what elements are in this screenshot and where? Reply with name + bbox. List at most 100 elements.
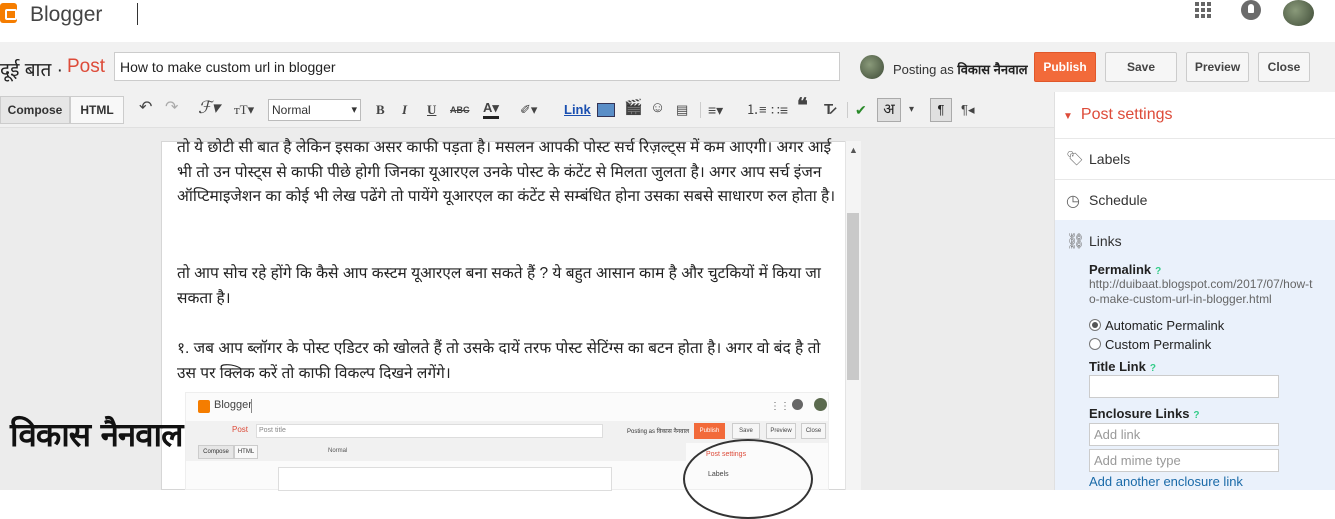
insert-jump-break-icon[interactable]: ▤ [676, 101, 688, 119]
post-label: Post [67, 56, 106, 77]
quote-icon[interactable]: ❝ [797, 96, 808, 116]
post-title-bar: दूई बात · Post How to make custom url in… [0, 42, 1335, 92]
insert-image-icon[interactable] [597, 103, 615, 117]
embedded-screenshot-image[interactable]: Blogger ⋮⋮ Post Post title Posting as वि… [185, 392, 829, 519]
toolbar-divider [700, 102, 701, 118]
text-color-icon[interactable]: A▾ [483, 101, 499, 119]
strikethrough-button[interactable]: ABC [450, 101, 470, 119]
embedded-toolbar [186, 443, 686, 461]
scrollbar-thumb[interactable] [847, 213, 859, 380]
undo-icon[interactable]: ↶ [139, 99, 152, 117]
bold-button[interactable]: B [376, 101, 385, 119]
blog-name[interactable]: दूई बात · [0, 56, 63, 82]
editor-toolbar: Compose HTML ↶ ↷ ℱ▾ тT▾ Normal B I U ABC… [0, 92, 1054, 128]
insert-emoji-icon[interactable]: ☺ [650, 99, 665, 117]
publish-button[interactable]: Publish [1034, 52, 1096, 82]
editor-paragraph[interactable]: तो ये छोटी सी बात है लेकिन इसका असर काफी… [177, 136, 837, 210]
embedded-format-select: Normal [328, 448, 348, 454]
automatic-permalink-radio[interactable] [1089, 319, 1101, 331]
embedded-avatar [814, 398, 827, 411]
title-link-input[interactable] [1089, 375, 1279, 398]
embedded-posting-as: Posting as विकास नैनवाल [627, 429, 690, 435]
embedded-title-input: Post title [256, 424, 603, 438]
schedule-item-label[interactable]: Schedule [1089, 192, 1147, 208]
font-family-icon[interactable]: ℱ▾ [198, 99, 220, 117]
font-size-icon[interactable]: тT▾ [234, 101, 254, 119]
compose-tab[interactable]: Compose [0, 96, 70, 124]
title-link-label-text: Title Link [1089, 359, 1146, 374]
custom-permalink-label: Custom Permalink [1105, 337, 1212, 352]
enclosure-links-label-text: Enclosure Links [1089, 406, 1190, 421]
header-divider [137, 3, 138, 25]
links-item-label[interactable]: Links [1089, 233, 1122, 249]
author-name: विकास नैनवाल [957, 62, 1028, 77]
custom-permalink-radio[interactable] [1089, 338, 1101, 350]
underline-button[interactable]: U [427, 101, 436, 119]
format-select[interactable]: Normal [268, 99, 361, 121]
embedded-post-label: Post [232, 425, 249, 434]
link-button[interactable]: Link [564, 101, 591, 119]
editor-paragraph[interactable]: तो आप सोच रहे होंगे कि कैसे आप कस्टम यूआ… [177, 262, 837, 311]
add-enclosure-link[interactable]: Add another enclosure link [1089, 474, 1243, 489]
enclosure-link-input[interactable]: Add link [1089, 423, 1279, 446]
automatic-permalink-label: Automatic Permalink [1105, 318, 1225, 333]
posting-as-label: Posting as [893, 62, 954, 77]
preview-button[interactable]: Preview [1186, 52, 1249, 82]
mime-type-input[interactable]: Add mime type [1089, 449, 1279, 472]
brand-name[interactable]: Blogger [30, 3, 102, 27]
author-avatar [860, 55, 884, 79]
embedded-html-tab: HTML [234, 445, 258, 459]
link-chain-icon: ⛓ [1066, 233, 1086, 250]
custom-permalink-option[interactable]: Custom Permalink [1089, 337, 1211, 352]
rtl-direction-icon[interactable]: ¶◂ [961, 101, 975, 119]
post-settings-header[interactable]: ▼ Post settings [1063, 106, 1173, 124]
embedded-divider [251, 399, 252, 413]
html-tab[interactable]: HTML [70, 96, 124, 124]
labels-item-label[interactable]: Labels [1089, 151, 1130, 167]
apps-grid-icon[interactable] [1195, 2, 1211, 18]
blogger-logo-icon[interactable] [0, 3, 17, 23]
embedded-labels: Labels [708, 471, 729, 478]
label-tag-icon: 🏷 [1066, 150, 1084, 166]
clock-icon: ◷ [1066, 193, 1080, 210]
embedded-editor-canvas [278, 467, 612, 491]
remove-formatting-icon[interactable]: T̷ [824, 101, 833, 119]
bell-icon[interactable] [1241, 0, 1261, 20]
automatic-permalink-option[interactable]: Automatic Permalink [1089, 318, 1224, 333]
close-button[interactable]: Close [1258, 52, 1310, 82]
embedded-blogger-logo-icon [198, 400, 210, 413]
enclosure-links-label: Enclosure Links? [1089, 406, 1200, 421]
save-button[interactable]: Save [1105, 52, 1177, 82]
post-title-input[interactable]: How to make custom url in blogger [114, 52, 840, 81]
posting-as: Posting as विकास नैनवाल [893, 60, 1028, 78]
alignment-icon[interactable]: ≡▾ [708, 101, 723, 119]
help-icon[interactable]: ? [1150, 363, 1156, 374]
spellcheck-icon[interactable]: ✔ [855, 101, 867, 119]
bullet-list-icon[interactable]: ∷≡ [771, 101, 788, 119]
avatar[interactable] [1283, 0, 1314, 26]
collapse-arrow-icon: ▼ [1063, 111, 1073, 122]
highlight-color-icon[interactable]: ✐▾ [520, 101, 537, 119]
ltr-direction-button[interactable]: ¶ [930, 98, 952, 122]
permalink-label: Permalink? [1089, 262, 1161, 277]
italic-button[interactable]: I [402, 101, 407, 119]
numbered-list-icon[interactable]: ⒈≡ [746, 101, 767, 119]
help-icon[interactable]: ? [1193, 410, 1199, 421]
hindi-transliteration-button[interactable]: अ [877, 98, 901, 122]
embedded-apps-icon: ⋮⋮ [770, 401, 790, 412]
embedded-annotation-circle [683, 439, 813, 519]
top-bar: Blogger [0, 0, 1335, 42]
insert-video-icon[interactable]: 🎬 [624, 99, 643, 117]
title-link-label: Title Link? [1089, 359, 1156, 374]
post-settings-title: Post settings [1080, 106, 1173, 123]
language-dropdown-icon[interactable]: ▾ [909, 101, 914, 119]
embedded-preview-button: Preview [766, 423, 796, 439]
help-icon[interactable]: ? [1155, 266, 1161, 277]
scroll-up-arrow-icon[interactable]: ▲ [849, 145, 858, 155]
embedded-close-button: Close [801, 423, 826, 439]
editor-paragraph[interactable]: १. जब आप ब्लॉगर के पोस्ट एडिटर को खोलते … [177, 337, 837, 386]
redo-icon[interactable]: ↷ [165, 99, 178, 117]
permalink-url: http://duibaat.blogspot.com/2017/07/how-… [1089, 277, 1313, 306]
embedded-post-settings: Post settings [706, 451, 747, 458]
author-watermark: विकास नैनवाल [10, 415, 183, 454]
